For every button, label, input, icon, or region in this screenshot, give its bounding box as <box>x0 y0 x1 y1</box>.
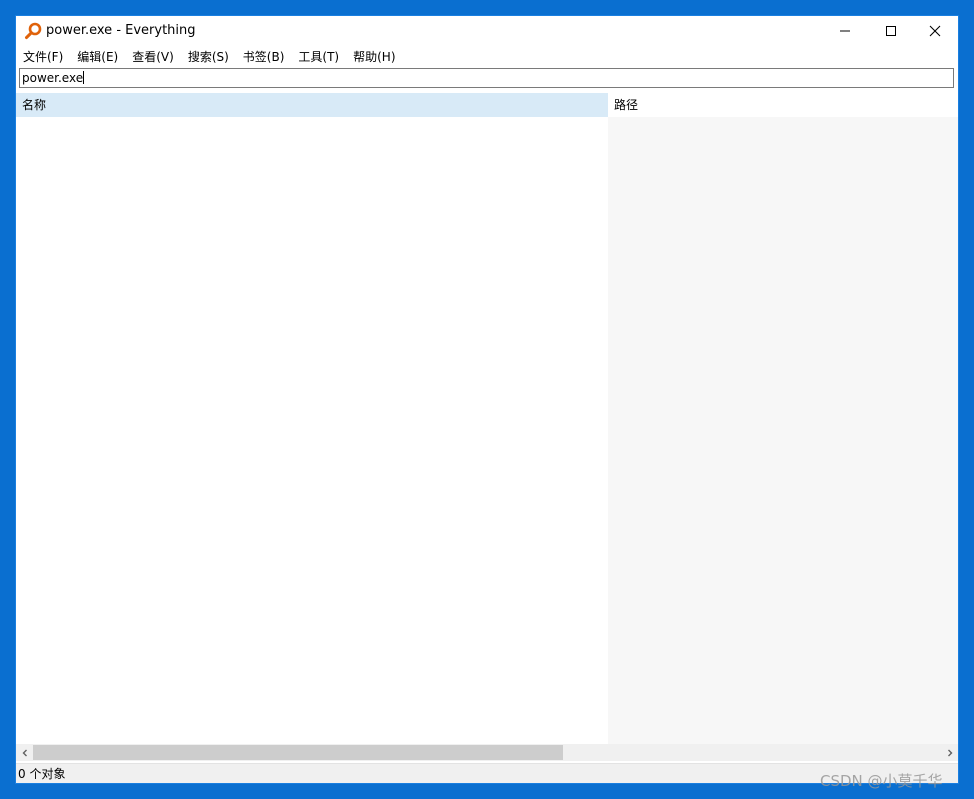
results-path-column[interactable] <box>608 117 958 744</box>
minimize-icon <box>840 30 850 32</box>
status-object-count: 0 个对象 <box>18 767 66 781</box>
horizontal-scrollbar[interactable] <box>16 744 958 761</box>
watermark: CSDN @小莫千华 <box>820 772 943 790</box>
everything-window: power.exe - Everything 文件(F) 编辑(E) 查看(V)… <box>15 15 959 784</box>
scroll-right-button[interactable] <box>941 744 958 761</box>
menu-tools[interactable]: 工具(T) <box>298 48 339 65</box>
chevron-left-icon <box>22 749 27 756</box>
search-input[interactable]: power.exe <box>19 68 954 88</box>
close-icon <box>929 25 941 37</box>
chevron-right-icon <box>947 749 952 756</box>
results-name-column[interactable] <box>16 117 608 744</box>
status-bar: 0 个对象 <box>16 763 958 783</box>
scroll-thumb[interactable] <box>33 745 563 760</box>
search-input-value: power.exe <box>22 71 84 85</box>
maximize-button[interactable] <box>868 16 914 46</box>
menu-file[interactable]: 文件(F) <box>23 48 63 65</box>
column-header-name[interactable]: 名称 <box>16 93 608 117</box>
scroll-left-button[interactable] <box>16 744 33 761</box>
maximize-icon <box>886 26 896 36</box>
menu-search[interactable]: 搜索(S) <box>188 48 229 65</box>
minimize-button[interactable] <box>822 16 868 46</box>
window-title: power.exe - Everything <box>46 23 196 38</box>
menu-edit[interactable]: 编辑(E) <box>77 48 118 65</box>
close-button[interactable] <box>912 16 958 46</box>
menu-help[interactable]: 帮助(H) <box>353 48 395 65</box>
title-bar[interactable]: power.exe - Everything <box>16 16 958 46</box>
menu-view[interactable]: 查看(V) <box>132 48 174 65</box>
column-header-row: 名称 路径 <box>16 93 958 117</box>
menu-bookmarks[interactable]: 书签(B) <box>243 48 285 65</box>
menu-bar: 文件(F) 编辑(E) 查看(V) 搜索(S) 书签(B) 工具(T) 帮助(H… <box>16 46 958 66</box>
magnifier-icon <box>25 22 42 40</box>
text-caret <box>83 71 85 84</box>
column-header-path[interactable]: 路径 <box>608 93 958 117</box>
